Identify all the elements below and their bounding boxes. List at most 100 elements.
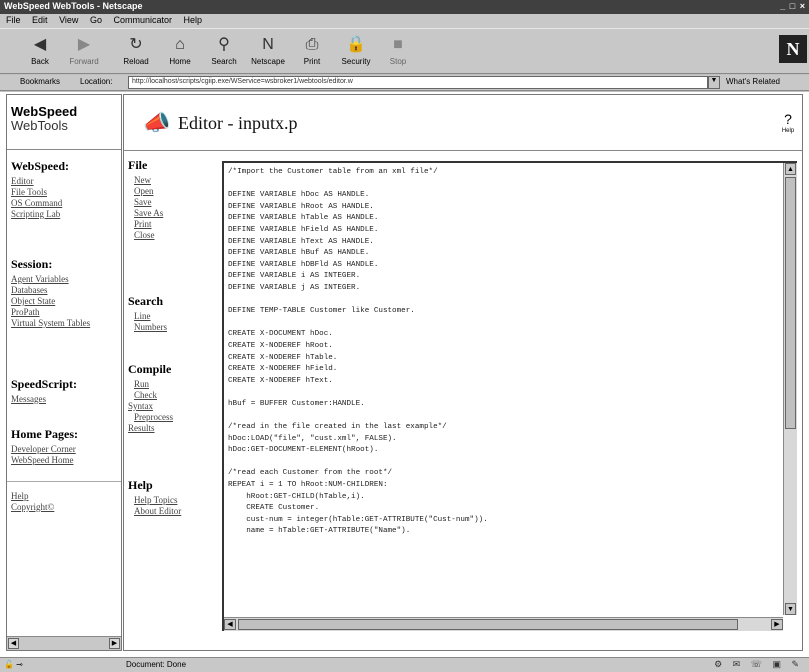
code-line: DEFINE VARIABLE hDoc AS HANDLE. (228, 191, 370, 200)
sidebar-link-help[interactable]: Help (11, 491, 121, 502)
forward-button[interactable]: ▶ Forward (64, 33, 104, 71)
status-text: Document: Done (126, 660, 187, 669)
webspeed-logo: WebSpeed WebTools (11, 104, 78, 133)
print-button[interactable]: ⎙ Print (292, 33, 332, 71)
sidebar-link-scripting-lab[interactable]: Scripting Lab (11, 209, 121, 220)
sidebar-link-webspeed-home[interactable]: WebSpeed Home (11, 455, 121, 466)
url-field[interactable]: http://localhost/scripts/cgiip.exe/WServ… (128, 76, 708, 89)
editor-tools: File New Open Save Save As Print Close S… (124, 152, 220, 650)
sidebar-section-speedscript: SpeedScript: Messages (11, 377, 121, 405)
help-button[interactable]: ? Help (780, 112, 796, 137)
code-line: DEFINE VARIABLE hRoot AS HANDLE. (228, 202, 374, 211)
file-save-as-link[interactable]: Save As (128, 208, 218, 219)
location-bar: Bookmarks Location: http://localhost/scr… (0, 75, 809, 91)
menu-go[interactable]: Go (90, 15, 102, 25)
scroll-down-icon[interactable]: ▼ (785, 603, 796, 615)
menu-view[interactable]: View (59, 15, 78, 25)
reload-icon: ↻ (129, 36, 143, 53)
code-textarea[interactable]: /*Import the Customer table from an xml … (228, 167, 776, 615)
scroll-left-icon[interactable]: ◀ (224, 619, 236, 630)
file-new-link[interactable]: New (128, 175, 218, 186)
component-bar-icons[interactable]: ⚙ ✉ ☏ ▣ ✎ (714, 659, 803, 670)
sidebar-link-copyright[interactable]: Copyright© (11, 502, 121, 513)
sidebar-link-developer-corner[interactable]: Developer Corner (11, 444, 121, 455)
tools-file-group: File New Open Save Save As Print Close (128, 158, 218, 241)
whats-related-button[interactable]: What's Related (726, 77, 780, 86)
about-editor-link[interactable]: About Editor (128, 506, 218, 517)
sidebar-link-propath[interactable]: ProPath (11, 307, 121, 318)
sidebar-section-help: Help Copyright© (11, 491, 121, 513)
page-title: Editor - inputx.p (178, 113, 298, 133)
print-icon: ⎙ (305, 36, 319, 53)
sidebar-link-messages[interactable]: Messages (11, 394, 121, 405)
security-button[interactable]: 🔒 Security (336, 33, 376, 71)
tools-group-title: Help (128, 478, 153, 492)
back-icon: ◀ (33, 36, 47, 53)
sidebar-horizontal-scrollbar[interactable]: ◀ ▶ (7, 636, 121, 650)
sidebar-link-virtual-system-tables[interactable]: Virtual System Tables (11, 318, 121, 329)
window-title: WebSpeed WebTools - Netscape (4, 1, 143, 11)
location-label: Location: (80, 77, 113, 86)
scrollbar-thumb[interactable] (785, 177, 796, 429)
menu-help[interactable]: Help (184, 15, 203, 25)
reload-button[interactable]: ↻ Reload (116, 33, 156, 71)
home-button[interactable]: ⌂ Home (160, 33, 200, 71)
sidebar-link-agent-variables[interactable]: Agent Variables (11, 274, 121, 285)
sidebar-section-title: SpeedScript: (11, 377, 77, 391)
sidebar-link-databases[interactable]: Databases (11, 285, 121, 296)
back-button[interactable]: ◀ Back (20, 33, 60, 71)
sidebar-link-editor[interactable]: Editor (11, 176, 121, 187)
code-line: DEFINE VARIABLE hField AS HANDLE. (228, 225, 379, 234)
sidebar-link-os-command[interactable]: OS Command (11, 198, 121, 209)
file-print-link[interactable]: Print (128, 219, 218, 230)
netscape-throbber-icon[interactable]: N (779, 35, 807, 63)
scrollbar-thumb[interactable] (238, 619, 738, 630)
tools-group-title: File (128, 158, 148, 172)
scroll-right-icon[interactable]: ▶ (109, 638, 120, 649)
tools-help-group: Help Help Topics About Editor (128, 478, 218, 517)
code-line: /*read each Customer from the root*/ (228, 469, 393, 478)
scroll-right-icon[interactable]: ▶ (771, 619, 783, 630)
search-line-link[interactable]: Line (128, 311, 218, 322)
code-line: CREATE Customer. (228, 504, 320, 513)
search-button[interactable]: ⚲ Search (204, 33, 244, 71)
url-dropdown-icon[interactable]: ▼ (708, 76, 720, 89)
sidebar-link-file-tools[interactable]: File Tools (11, 187, 121, 198)
security-status-icon[interactable]: 🔓 ⊸ (4, 660, 23, 669)
bookmarks-button[interactable]: Bookmarks (20, 77, 60, 86)
status-bar: 🔓 ⊸ Document: Done ⚙ ✉ ☏ ▣ ✎ (0, 657, 809, 672)
editor-header: 📣 Editor - inputx.p ? Help (124, 95, 802, 151)
compile-run-link[interactable]: Run (128, 379, 218, 390)
window-controls[interactable]: _ □ × (780, 1, 806, 11)
help-topics-link[interactable]: Help Topics (128, 495, 218, 506)
compile-results-link[interactable]: Results (128, 423, 218, 434)
code-line: /*Import the Customer table from an xml … (228, 168, 438, 176)
compile-preprocess-link[interactable]: Preprocess (128, 412, 218, 423)
file-open-link[interactable]: Open (128, 186, 218, 197)
sidebar-section-home-pages: Home Pages: Developer Corner WebSpeed Ho… (11, 427, 121, 466)
editor-vertical-scrollbar[interactable]: ▲ ▼ (783, 163, 797, 615)
scroll-left-icon[interactable]: ◀ (8, 638, 19, 649)
scroll-up-icon[interactable]: ▲ (785, 163, 796, 175)
megaphone-icon: 📣 (143, 110, 171, 135)
code-line: DEFINE VARIABLE i AS INTEGER. (228, 272, 361, 281)
file-close-link[interactable]: Close (128, 230, 218, 241)
editor-horizontal-scrollbar[interactable]: ◀ ▶ (224, 617, 783, 631)
sidebar-link-object-state[interactable]: Object State (11, 296, 121, 307)
code-editor[interactable]: /*Import the Customer table from an xml … (222, 161, 797, 631)
file-save-link[interactable]: Save (128, 197, 218, 208)
menu-communicator[interactable]: Communicator (113, 15, 172, 25)
menu-file[interactable]: File (6, 15, 21, 25)
compile-check-link[interactable]: Check (128, 390, 218, 401)
code-line: hRoot:GET-CHILD(hTable,i). (228, 492, 365, 501)
stop-button[interactable]: ■ Stop (378, 33, 418, 71)
netscape-button[interactable]: N Netscape (248, 33, 288, 71)
search-numbers-link[interactable]: Numbers (128, 322, 218, 333)
menu-edit[interactable]: Edit (32, 15, 48, 25)
compile-syntax-link[interactable]: Syntax (128, 401, 218, 412)
